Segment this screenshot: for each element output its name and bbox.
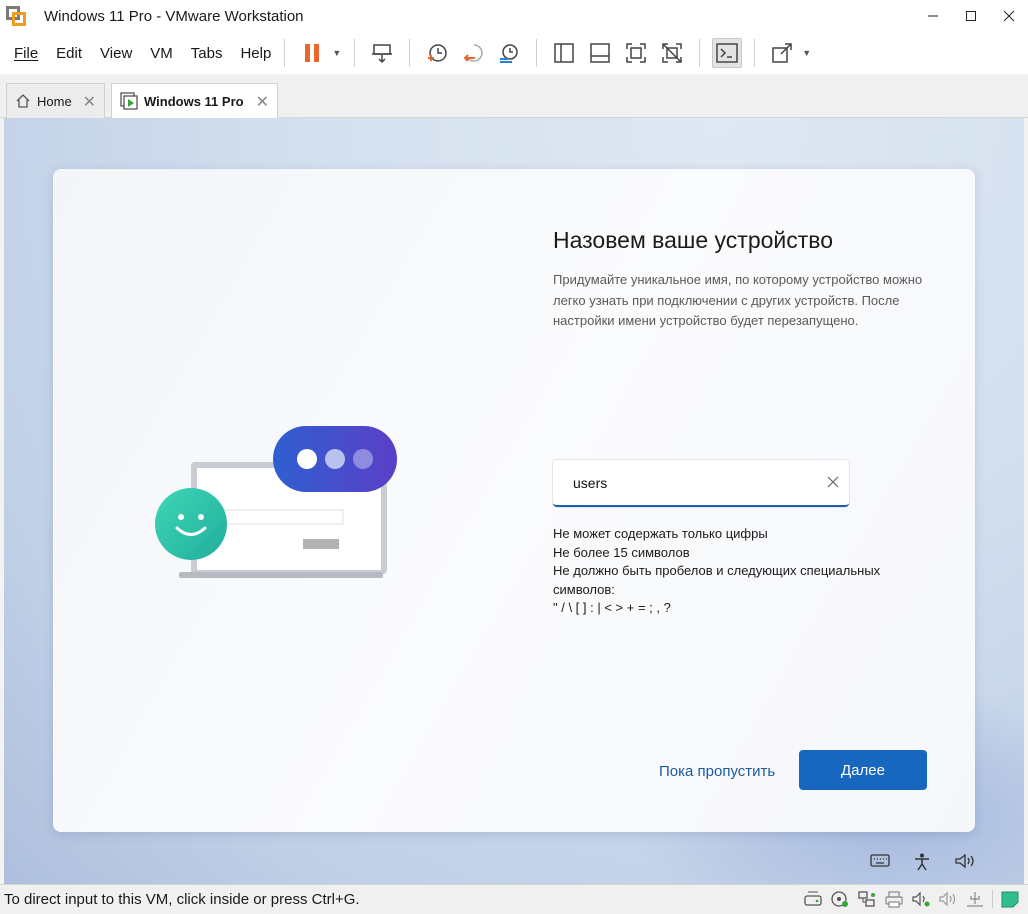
rule-item: " / \ [ ] : | < > + = ; , ? — [553, 600, 671, 615]
library-view-icon[interactable] — [549, 38, 579, 68]
home-icon — [15, 93, 31, 109]
toolbar-separator — [354, 39, 356, 67]
revert-snapshot-icon[interactable] — [458, 38, 488, 68]
vm-running-icon — [120, 92, 138, 110]
maximize-button[interactable] — [952, 0, 990, 32]
next-button[interactable]: Далее — [799, 750, 927, 790]
menu-toolbar: File Edit View VM Tabs Help ▼ ▼ — [0, 32, 1028, 74]
close-tab-icon[interactable]: ✕ — [83, 92, 96, 112]
network-icon[interactable] — [857, 890, 877, 908]
pause-dropdown-chevron-icon[interactable]: ▼ — [332, 48, 341, 58]
hard-disk-icon[interactable] — [803, 890, 823, 908]
toolbar-separator — [699, 39, 701, 67]
minimize-button[interactable] — [914, 0, 952, 32]
accessibility-icon[interactable] — [912, 852, 932, 872]
device-name-illustration — [155, 426, 397, 578]
page-title: Назовем ваше устройство — [553, 227, 834, 253]
menu-view[interactable]: View — [100, 45, 132, 62]
sound-card-icon[interactable] — [911, 890, 931, 908]
keyboard-icon[interactable] — [870, 852, 890, 872]
stretch-dropdown-chevron-icon[interactable]: ▼ — [802, 48, 811, 58]
toolbar-separator — [409, 39, 411, 67]
tab-vm-label: Windows 11 Pro — [144, 93, 244, 109]
menu-vm[interactable]: VM — [150, 45, 173, 62]
menu-help[interactable]: Help — [240, 45, 271, 62]
message-icon[interactable] — [1000, 890, 1020, 908]
console-icon[interactable] — [712, 38, 743, 68]
close-button[interactable] — [990, 0, 1028, 32]
toolbar-separator — [754, 39, 756, 67]
fullscreen-icon[interactable] — [621, 38, 651, 68]
tab-bar: Home ✕ Windows 11 Pro ✕ — [0, 74, 1028, 118]
rule-item: Не может содержать только цифры — [553, 526, 768, 541]
menu-tabs[interactable]: Tabs — [191, 45, 223, 62]
snapshot-icon[interactable] — [422, 38, 452, 68]
title-bar: Windows 11 Pro - VMware Workstation — [0, 0, 1028, 32]
device-name-field[interactable] — [553, 460, 849, 507]
skip-button[interactable]: Пока пропустить — [659, 763, 775, 780]
thumbnail-view-icon[interactable] — [585, 38, 615, 68]
audio-icon[interactable] — [938, 890, 958, 908]
name-rules: Не может содержать только цифры Не более… — [553, 525, 933, 618]
snapshot-manager-icon[interactable] — [494, 38, 524, 68]
stretch-icon[interactable] — [767, 38, 797, 68]
usb-icon[interactable] — [965, 890, 985, 908]
tab-home[interactable]: Home ✕ — [6, 83, 105, 118]
device-status-icons — [803, 890, 1020, 908]
unity-icon[interactable] — [657, 38, 687, 68]
pause-icon[interactable] — [297, 38, 327, 68]
device-name-input[interactable] — [553, 460, 813, 505]
printer-icon[interactable] — [884, 890, 904, 908]
menu-file[interactable]: File — [14, 45, 38, 62]
tab-windows-11-pro[interactable]: Windows 11 Pro ✕ — [111, 83, 278, 118]
window-controls — [914, 0, 1028, 32]
vm-tray — [870, 852, 976, 872]
clear-icon[interactable] — [825, 474, 841, 490]
toolbar-separator — [536, 39, 538, 67]
menu-edit[interactable]: Edit — [56, 45, 82, 62]
window-title: Windows 11 Pro - VMware Workstation — [44, 7, 304, 25]
close-tab-icon[interactable]: ✕ — [256, 92, 269, 112]
vmware-logo-icon — [6, 6, 26, 26]
rule-item: Не более 15 символов — [553, 544, 690, 560]
toolbar-separator — [284, 39, 286, 67]
separator — [992, 890, 993, 908]
status-bar: To direct input to this VM, click inside… — [0, 884, 1028, 914]
oobe-dialog: Назовем ваше устройство Придумайте уника… — [53, 169, 975, 832]
cd-rom-icon[interactable] — [830, 890, 850, 908]
vm-console[interactable]: Назовем ваше устройство Придумайте уника… — [4, 118, 1024, 884]
send-ctrl-alt-del-icon[interactable] — [367, 38, 397, 68]
status-message: To direct input to this VM, click inside… — [4, 891, 360, 908]
tab-home-label: Home — [37, 93, 72, 109]
rule-item: Не должно быть пробелов и следующих спец… — [553, 563, 884, 597]
volume-icon[interactable] — [954, 852, 976, 872]
page-description: Придумайте уникальное имя, по которому у… — [553, 272, 923, 328]
